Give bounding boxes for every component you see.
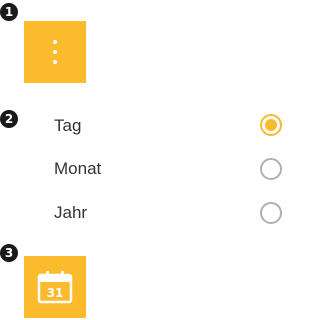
- step-badge-3: 3: [0, 244, 18, 262]
- period-option-label-jahr: Jahr: [54, 203, 88, 222]
- radio-button-tag[interactable]: [260, 114, 282, 136]
- more-vertical-icon-dot-middle: [53, 50, 57, 54]
- step-badge-2: 2: [0, 110, 18, 128]
- radio-selected-dot: [265, 119, 277, 131]
- more-menu-button[interactable]: [24, 21, 86, 83]
- period-option-label-tag: Tag: [54, 116, 82, 135]
- calendar-button[interactable]: 31: [24, 256, 86, 318]
- more-vertical-icon-dot-top: [53, 40, 57, 44]
- calendar-day-number: 31: [46, 286, 64, 300]
- period-option-label-monat: Monat: [54, 159, 102, 178]
- radio-button-monat[interactable]: [260, 158, 282, 180]
- step-badge-1: 1: [0, 3, 18, 21]
- radio-button-jahr[interactable]: [260, 202, 282, 224]
- more-vertical-icon-dot-bottom: [53, 60, 57, 64]
